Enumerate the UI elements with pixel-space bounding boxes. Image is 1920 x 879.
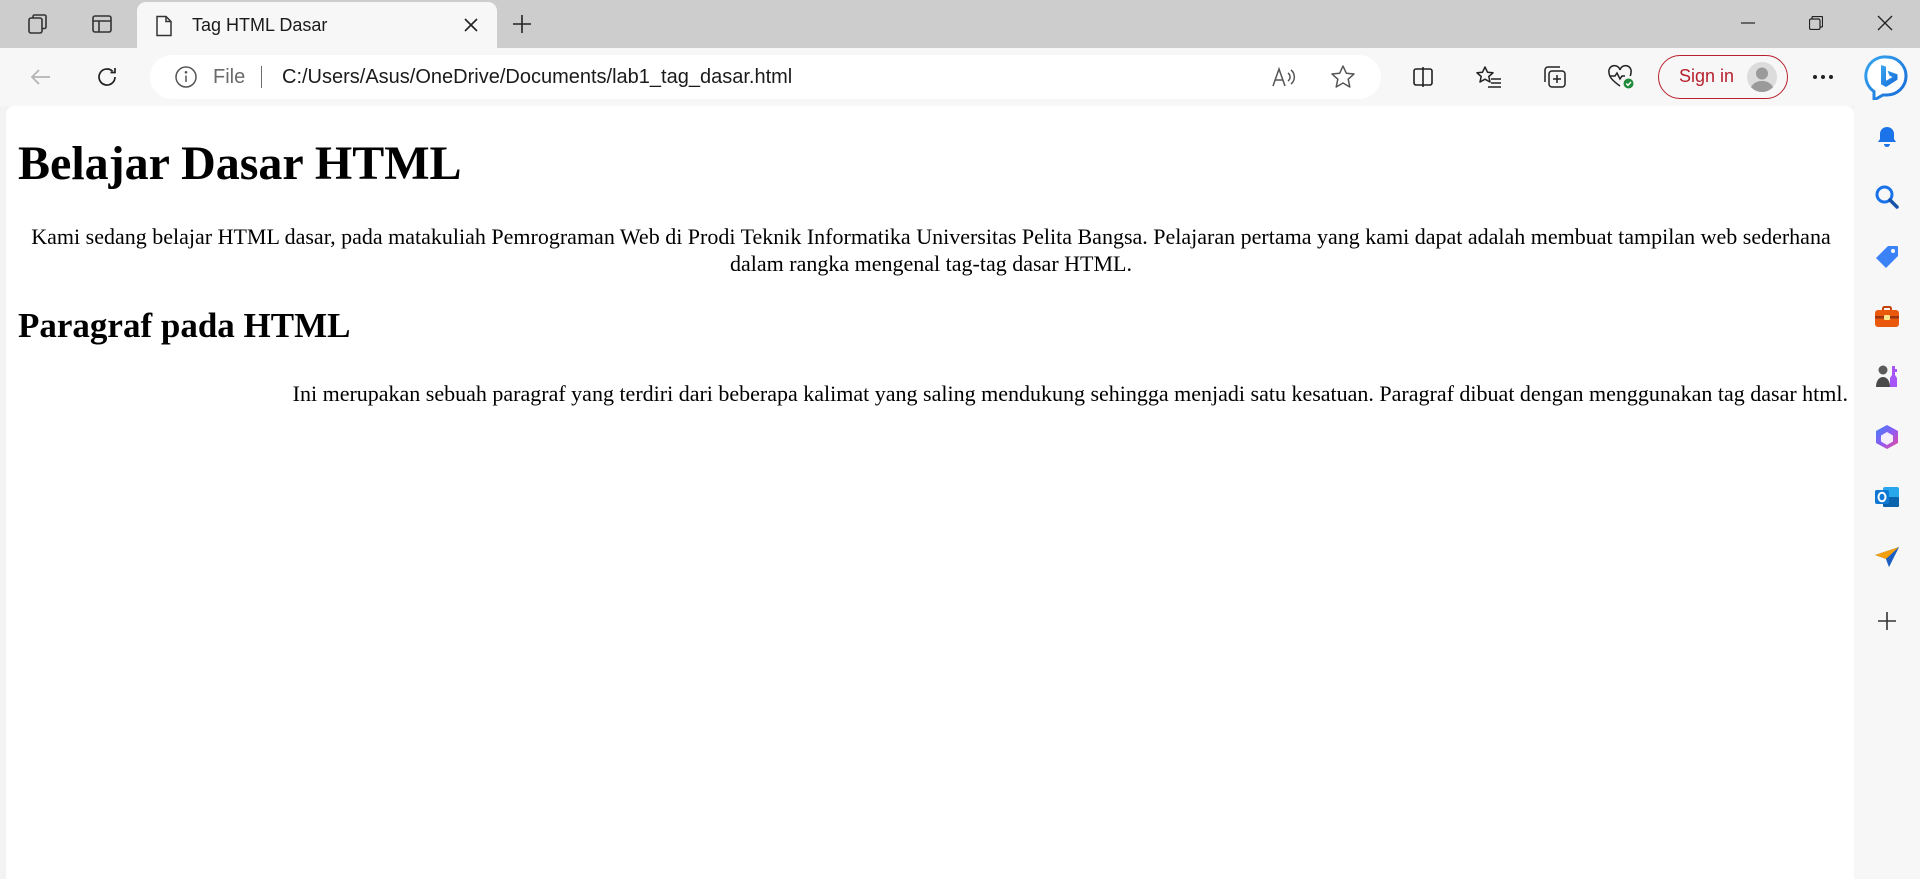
heart-pulse-icon [1608,64,1634,89]
restore-button[interactable] [1785,0,1847,46]
address-bar[interactable]: File C:/Users/Asus/OneDrive/Documents/la… [150,55,1381,99]
user-avatar-icon [1750,67,1774,92]
bing-icon [1864,55,1908,100]
star-icon [1331,65,1355,88]
send-icon [1875,547,1899,567]
close-window-button[interactable] [1854,0,1916,46]
add-icon [1878,612,1896,630]
more-options-icon [1813,75,1833,79]
read-aloud-icon [1272,66,1296,87]
page-viewport: Belajar Dasar HTML Kami sedang belajar H… [6,106,1854,879]
add-favorite-button[interactable] [1329,63,1357,91]
back-arrow-icon [30,69,50,85]
scheme-label: File [213,66,246,88]
sign-in-button[interactable]: Sign in [1658,55,1788,99]
page-heading: Belajar Dasar HTML [18,137,462,190]
refresh-icon [98,68,116,86]
close-icon [1877,15,1893,31]
info-icon[interactable] [174,65,198,89]
outlook-icon [1875,487,1899,507]
back-button[interactable] [21,58,61,96]
sidebar-search-button[interactable] [1870,180,1904,214]
games-icon [1876,365,1897,387]
minimize-button[interactable] [1717,0,1779,46]
bing-copilot-button[interactable] [1863,53,1911,101]
settings-more-button[interactable] [1803,58,1843,96]
bell-icon [1878,127,1896,147]
minimize-icon [1741,22,1755,24]
shopping-button[interactable] [1870,240,1904,274]
address-separator [261,66,262,88]
tab-actions-icon [92,15,112,33]
new-tab-button[interactable] [503,6,541,42]
collections-icon [1544,66,1566,88]
tools-briefcase-icon [1875,306,1899,327]
notifications-button[interactable] [1870,120,1904,154]
intro-paragraph: Kami sedang belajar HTML dasar, pada mat… [31,224,1831,276]
refresh-button[interactable] [87,58,127,96]
office-icon [1876,425,1898,449]
drop-button[interactable] [1870,540,1904,574]
edge-sidebar [1854,106,1920,879]
workspaces-icon [28,14,47,34]
active-tab[interactable]: Tag HTML Dasar [137,2,497,48]
page-icon [156,15,172,37]
split-screen-button[interactable] [1403,58,1443,96]
workspaces-button[interactable] [19,6,57,42]
office-button[interactable] [1870,420,1904,454]
tools-button[interactable] [1870,300,1904,334]
add-sidebar-app-button[interactable] [1870,604,1904,638]
tab-strip: Tag HTML Dasar [0,0,1920,48]
outlook-button[interactable] [1870,480,1904,514]
read-aloud-button[interactable] [1270,63,1298,91]
browser-essentials-button[interactable] [1601,58,1641,96]
close-icon [464,18,478,32]
shopping-tag-icon [1876,246,1898,268]
restore-icon [1809,16,1823,30]
tab-title: Tag HTML Dasar [192,15,328,35]
split-screen-icon [1413,67,1433,87]
avatar [1747,62,1777,92]
sign-in-label: Sign in [1679,66,1735,86]
plus-icon [513,15,531,33]
section-heading: Paragraf pada HTML [18,306,351,345]
url-text[interactable]: C:/Users/Asus/OneDrive/Documents/lab1_ta… [282,55,792,99]
games-button[interactable] [1870,360,1904,394]
collections-button[interactable] [1535,58,1575,96]
vertical-tabs-button[interactable] [83,6,121,42]
search-icon [1875,185,1899,209]
section-paragraph: Ini merupakan sebuah paragraf yang terdi… [292,381,1848,406]
favorites-icon [1476,66,1501,88]
navigation-toolbar: File C:/Users/Asus/OneDrive/Documents/la… [0,48,1920,106]
favorites-button[interactable] [1469,58,1509,96]
tab-close-button[interactable] [459,13,483,37]
